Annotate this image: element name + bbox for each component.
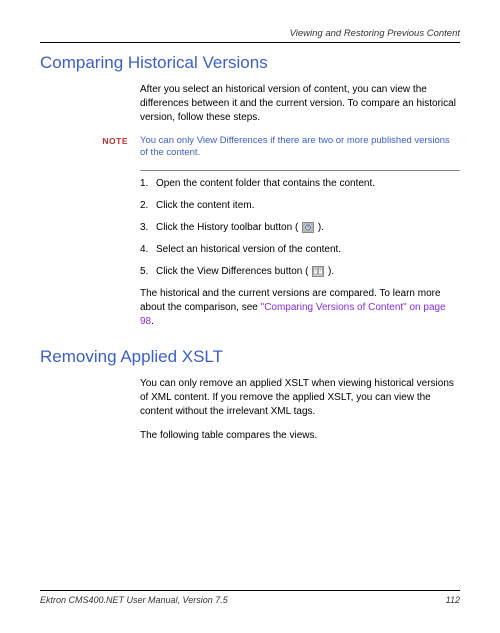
step-text-part: Click the View Differences button ( [156,266,308,277]
note-row: NOTE You can only View Differences if th… [40,135,460,160]
removing-para1: You can only remove an applied XSLT when… [140,377,460,419]
step-text: Click the content item. [156,199,460,213]
step-item: 4. Select an historical version of the c… [140,243,460,257]
step-text: Select an historical version of the cont… [156,243,460,257]
step-number: 3. [140,221,156,235]
step-text-part: Click the History toolbar button ( [156,222,298,233]
step-text: Open the content folder that contains th… [156,177,460,191]
step-text: Click the View Differences button ( ). [156,265,460,279]
header-breadcrumb: Viewing and Restoring Previous Content [40,28,460,39]
footer-manual-title: Ektron CMS400.NET User Manual, Version 7… [40,595,228,605]
removing-para2: The following table compares the views. [140,429,460,443]
note-label: NOTE [40,135,140,160]
step-item: 1. Open the content folder that contains… [140,177,460,191]
header-rule [40,42,460,43]
step-text: Click the History toolbar button ( ). [156,221,460,235]
footer-rule [40,590,460,591]
step-item: 5. Click the View Differences button ( )… [140,265,460,279]
history-toolbar-icon [302,222,314,233]
intro-paragraph: After you select an historical version o… [140,83,460,125]
footer-page-number: 112 [446,595,460,605]
step-item: 3. Click the History toolbar button ( ). [140,221,460,235]
outro-paragraph: The historical and the current versions … [140,287,460,329]
step-number: 2. [140,199,156,213]
section-title-removing: Removing Applied XSLT [40,347,460,367]
section-title-comparing: Comparing Historical Versions [40,53,460,73]
step-number: 1. [140,177,156,191]
note-rule [140,170,460,171]
outro-end: . [151,316,154,327]
step-item: 2. Click the content item. [140,199,460,213]
page-footer: Ektron CMS400.NET User Manual, Version 7… [40,590,460,605]
step-text-close: ). [318,222,324,233]
note-text: You can only View Differences if there a… [140,135,460,160]
step-number: 5. [140,265,156,279]
step-text-close: ). [328,266,334,277]
steps-list: 1. Open the content folder that contains… [140,177,460,279]
view-differences-icon [312,266,324,277]
step-number: 4. [140,243,156,257]
